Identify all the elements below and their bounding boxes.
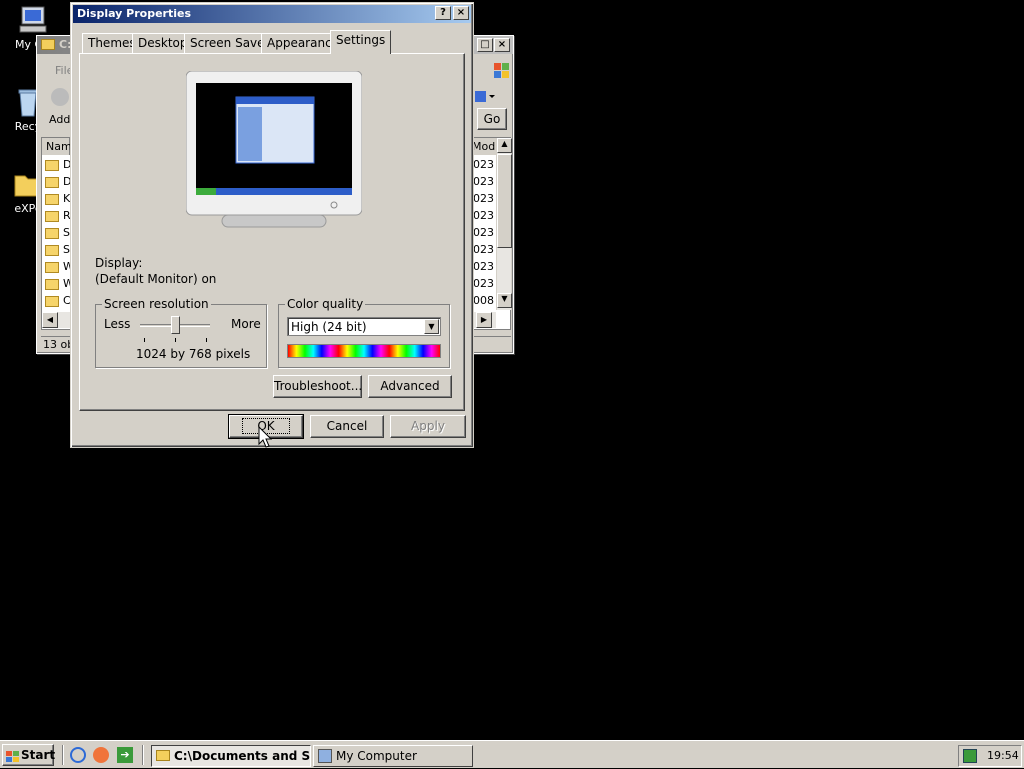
arrow-icon[interactable]: ➔ bbox=[117, 747, 133, 763]
start-button[interactable]: Start bbox=[2, 744, 55, 766]
folder-icon bbox=[156, 750, 170, 761]
file-date: 023 bbox=[473, 209, 494, 222]
monitor-preview bbox=[185, 70, 363, 231]
folder-icon bbox=[45, 193, 59, 205]
taskbar-separator bbox=[62, 745, 64, 765]
troubleshoot-button[interactable]: Troubleshoot... bbox=[273, 375, 362, 398]
folder-icon bbox=[41, 39, 55, 50]
file-date: 023 bbox=[473, 260, 494, 273]
file-date: 023 bbox=[473, 175, 494, 188]
folder-icon bbox=[45, 261, 59, 273]
folder-icon bbox=[45, 278, 59, 290]
file-date: 023 bbox=[473, 158, 494, 171]
file-name: D bbox=[63, 158, 70, 171]
my-computer-icon bbox=[318, 749, 332, 763]
folder-icon bbox=[45, 176, 59, 188]
close-button[interactable]: × bbox=[494, 38, 510, 52]
tab-settings[interactable]: Settings bbox=[330, 30, 392, 54]
resolution-slider-thumb[interactable] bbox=[171, 316, 180, 334]
dialog-title: Display Properties bbox=[77, 7, 192, 20]
file-date: 023 bbox=[473, 226, 494, 239]
color-quality-selected: High (24 bit) bbox=[291, 320, 367, 334]
file-date: 023 bbox=[473, 277, 494, 290]
taskbar-separator bbox=[142, 745, 144, 765]
resolution-value: 1024 by 768 pixels bbox=[136, 347, 251, 361]
file-date: 023 bbox=[473, 243, 494, 256]
folder-icon bbox=[45, 159, 59, 171]
maximize-button[interactable]: □ bbox=[477, 38, 493, 52]
slider-tick bbox=[206, 338, 207, 342]
mouse-cursor-icon bbox=[258, 425, 273, 448]
file-name: W bbox=[63, 277, 70, 290]
folder-icon bbox=[45, 227, 59, 239]
network-icon[interactable] bbox=[963, 749, 977, 763]
file-name: C bbox=[63, 294, 70, 307]
dialog-close-button[interactable]: × bbox=[453, 6, 469, 20]
color-quality-legend: Color quality bbox=[285, 297, 366, 311]
back-icon[interactable] bbox=[51, 88, 69, 106]
taskbar: Start ➔ C:\Documents and Se... My Comput… bbox=[0, 740, 1024, 768]
scroll-down-button[interactable]: ▼ bbox=[497, 293, 512, 308]
table-row[interactable]: S bbox=[42, 224, 70, 241]
clock[interactable]: 19:54 bbox=[987, 749, 1019, 762]
folder-icon bbox=[45, 210, 59, 222]
color-spectrum-bar bbox=[287, 344, 441, 358]
file-name: D bbox=[63, 175, 70, 188]
file-name: K bbox=[63, 192, 70, 205]
scroll-thumb[interactable] bbox=[497, 154, 512, 248]
file-name: S bbox=[63, 226, 70, 239]
table-row[interactable]: D bbox=[42, 156, 70, 173]
file-name: S bbox=[63, 243, 70, 256]
display-properties-dialog[interactable]: Display Properties ? × Themes Desktop Sc… bbox=[70, 2, 474, 448]
screen-resolution-legend: Screen resolution bbox=[102, 297, 211, 311]
dialog-titlebar[interactable]: Display Properties bbox=[73, 5, 471, 23]
cancel-button[interactable]: Cancel bbox=[310, 415, 384, 438]
task-my-computer[interactable]: My Computer bbox=[313, 745, 473, 767]
table-row[interactable]: K bbox=[42, 190, 70, 207]
column-header-modified[interactable]: Modi bbox=[472, 138, 496, 155]
scroll-up-button[interactable]: ▲ bbox=[497, 138, 512, 153]
internet-explorer-icon[interactable] bbox=[70, 747, 86, 763]
windows-logo-icon bbox=[6, 749, 19, 762]
views-icon[interactable] bbox=[473, 89, 497, 105]
help-button[interactable]: ? bbox=[435, 6, 451, 20]
more-label: More bbox=[231, 317, 261, 331]
system-tray: 19:54 bbox=[958, 745, 1022, 767]
apply-button[interactable]: Apply bbox=[390, 415, 466, 438]
display-label: Display: bbox=[95, 256, 143, 270]
go-button[interactable]: Go bbox=[477, 108, 507, 130]
advanced-button[interactable]: Advanced bbox=[368, 375, 452, 398]
color-quality-group: Color quality High (24 bit) ▼ bbox=[278, 297, 450, 368]
file-name: W bbox=[63, 260, 70, 273]
file-date: 023 bbox=[473, 192, 494, 205]
table-row[interactable]: R bbox=[42, 207, 70, 224]
folder-icon bbox=[45, 295, 59, 307]
screen-resolution-group: Screen resolution Less More 1024 by 768 … bbox=[95, 297, 267, 368]
table-row[interactable]: W bbox=[42, 275, 70, 292]
vertical-scrollbar[interactable]: ▲ ▼ bbox=[496, 138, 512, 310]
folder-icon bbox=[45, 244, 59, 256]
task-explorer[interactable]: C:\Documents and Se... bbox=[151, 745, 311, 767]
address-label: Add bbox=[49, 113, 71, 126]
slider-tick bbox=[144, 338, 145, 342]
less-label: Less bbox=[104, 317, 131, 331]
file-date: 008 bbox=[473, 294, 494, 307]
chevron-down-icon[interactable]: ▼ bbox=[424, 319, 439, 334]
table-row[interactable]: C bbox=[42, 292, 70, 309]
color-quality-select[interactable]: High (24 bit) ▼ bbox=[287, 317, 441, 336]
settings-panel: Display: (Default Monitor) on Screen res… bbox=[79, 53, 465, 411]
my-computer-icon bbox=[16, 4, 48, 36]
browser-icon[interactable] bbox=[93, 747, 109, 763]
slider-tick bbox=[175, 338, 176, 342]
windows-logo-icon bbox=[491, 60, 513, 82]
table-row[interactable]: S bbox=[42, 241, 70, 258]
display-value: (Default Monitor) on bbox=[95, 272, 217, 286]
table-row[interactable]: D bbox=[42, 173, 70, 190]
scroll-left-button[interactable]: ◀ bbox=[42, 312, 58, 328]
table-row[interactable]: W bbox=[42, 258, 70, 275]
column-header-name[interactable]: Name bbox=[42, 138, 78, 155]
file-name: R bbox=[63, 209, 70, 222]
scroll-right-button[interactable]: ▶ bbox=[476, 312, 492, 328]
